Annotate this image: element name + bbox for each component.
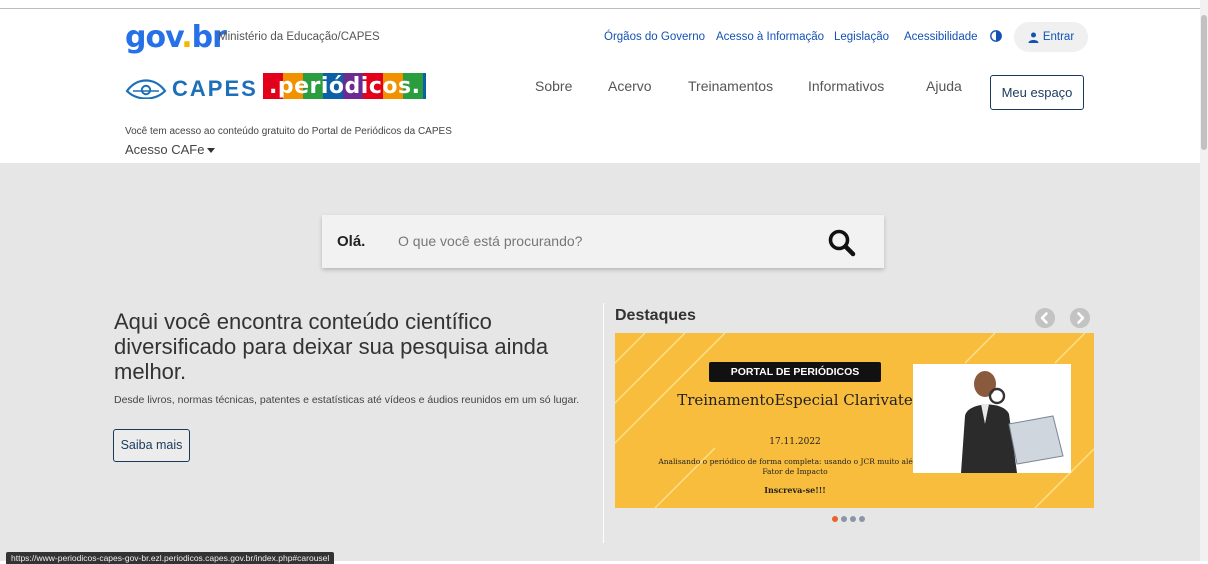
hero-headline: Aqui você encontra conteúdo científico d… [114,309,549,384]
link-legislacao[interactable]: Legislação [834,31,889,43]
gov-br-logo[interactable]: gov.br [125,20,227,55]
capes-logo-text: CAPES [172,76,258,101]
login-label: Entrar [1042,31,1075,43]
access-cafe-label: Acesso CAFe [125,142,205,157]
banner-date: 17.11.2022 [769,437,821,447]
capes-logo[interactable]: CAPES [125,76,258,102]
banner-cta: Inscreva-se!!! [764,485,826,495]
nav-informativos[interactable]: Informativos [808,78,884,94]
browser-status-bar: https://www-periodicos-capes-gov-br.ezl.… [6,552,335,564]
carousel-indicators [832,516,865,522]
capes-eye-icon [125,79,167,99]
gov-br-logo-part: . [181,20,192,55]
site-header: gov.br Ministério da Educação/CAPES Órgã… [0,9,1200,163]
chevron-right-icon[interactable] [1070,308,1090,328]
carousel-dot[interactable] [832,516,838,522]
nav-sobre[interactable]: Sobre [535,78,572,94]
window-top-edge [0,0,1208,9]
contrast-icon[interactable] [990,30,1002,42]
banner-tag: PORTAL DE PERIÓDICOS [709,362,881,382]
carousel-dot[interactable] [859,516,865,522]
periodicos-logo[interactable]: .periódicos. [263,73,427,99]
banner-title: TreinamentoEspecial Clarivate [677,391,913,409]
access-cafe-dropdown[interactable]: Acesso CAFe [125,142,216,157]
nav-acervo[interactable]: Acervo [608,78,652,94]
banner-photo [913,364,1071,473]
nav-ajuda[interactable]: Ajuda [926,78,962,94]
nav-treinamentos[interactable]: Treinamentos [688,78,773,94]
hero-subline: Desde livros, normas técnicas, patentes … [114,394,580,406]
link-acessibilidade[interactable]: Acessibilidade [904,31,978,43]
link-acesso-a-informacao[interactable]: Acesso à Informação [716,31,824,43]
ministry-label: Ministério da Educação/CAPES [218,31,380,43]
search-input[interactable] [394,223,802,259]
caret-down-icon [207,148,216,154]
carousel-dot[interactable] [850,516,856,522]
carousel-slide[interactable]: PORTAL DE PERIÓDICOS TreinamentoEspecial… [615,333,1094,508]
scrollbar-thumb[interactable] [1201,15,1207,150]
search-greeting: Olá. [337,233,366,250]
login-button[interactable]: Entrar [1014,22,1088,52]
search-icon[interactable] [827,228,857,258]
carousel-dot[interactable] [841,516,847,522]
user-icon [1028,32,1039,43]
chevron-left-icon[interactable] [1035,308,1055,328]
periodicos-logo-text: .periódicos. [269,73,421,99]
link-orgaos-do-governo[interactable]: Órgãos do Governo [604,31,705,43]
search-box: Olá. [322,215,884,268]
my-space-button[interactable]: Meu espaço [990,75,1084,110]
highlights-title: Destaques [615,307,696,324]
gov-br-logo-part: gov [125,20,182,55]
banner-description: Analisando o periódico de forma completa… [658,457,932,476]
learn-more-button[interactable]: Saiba mais [113,429,190,462]
access-message: Você tem acesso ao conteúdo gratuito do … [125,126,452,137]
section-divider [603,303,604,543]
